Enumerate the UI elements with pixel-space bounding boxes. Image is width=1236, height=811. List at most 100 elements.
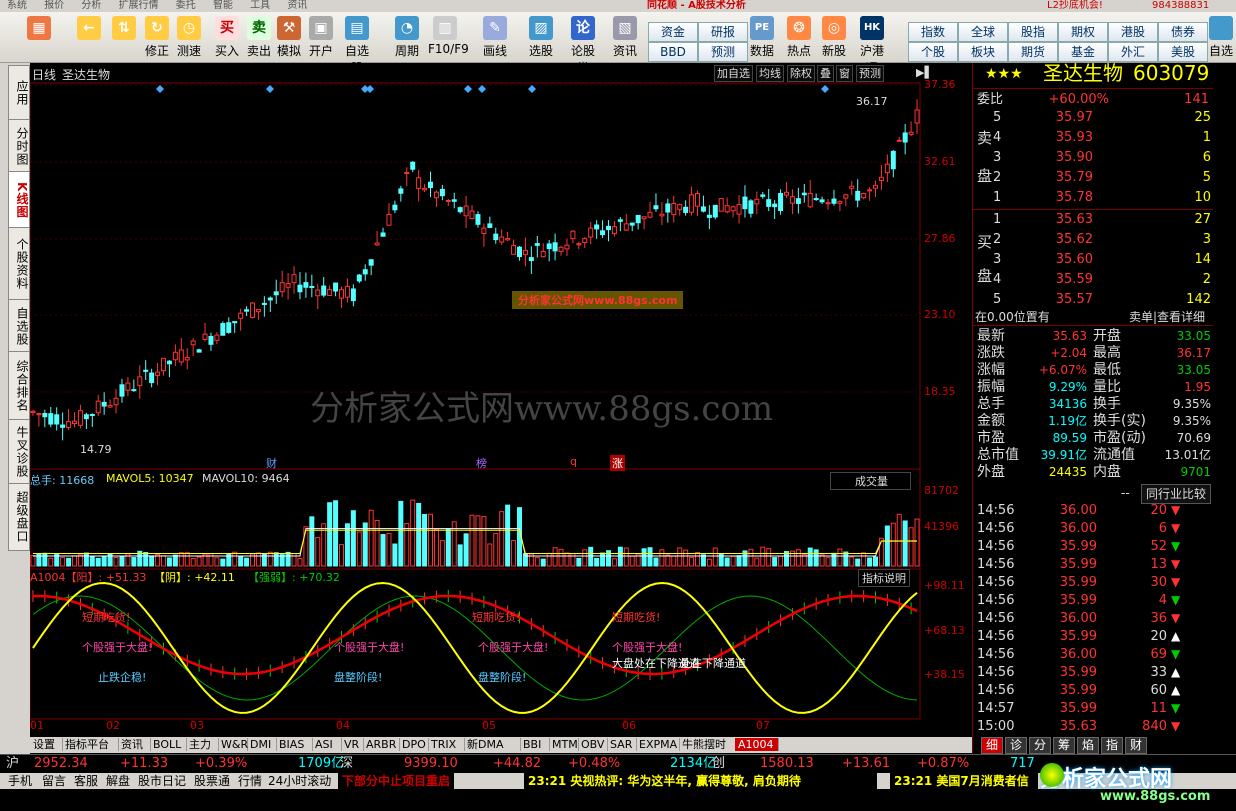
quick-button[interactable]: 外汇	[1108, 42, 1158, 62]
indicator-tab[interactable]: 指标平台	[62, 738, 119, 751]
status-item[interactable]: 行情	[238, 773, 262, 789]
quick-button[interactable]: 期权	[1058, 22, 1108, 42]
toolbar-modify-button[interactable]: ↻ 修正	[140, 14, 174, 60]
indicator-help-button[interactable]: 指标说明	[858, 569, 910, 587]
quote-side-tab[interactable]: 细	[981, 737, 1003, 754]
menu-smart[interactable]: 智能	[213, 0, 233, 11]
status-item[interactable]: 手机	[8, 773, 32, 789]
quick-button[interactable]: 全球	[958, 22, 1008, 42]
indicator-tab[interactable]: W&R	[218, 738, 248, 751]
toolbar-simulate-button[interactable]: ⚒ 模拟	[272, 14, 306, 60]
event-marker[interactable]: 财	[266, 455, 277, 471]
quote-side-tab[interactable]: 财	[1125, 737, 1147, 754]
news-ticker-3[interactable]: 23:21 美国7月消费者信	[890, 773, 1038, 789]
industry-compare-button[interactable]: 同行业比较	[1141, 484, 1212, 504]
quick-button[interactable]: 预测	[698, 42, 748, 62]
event-marker[interactable]: q	[570, 455, 577, 468]
quick-button[interactable]: 基金	[1058, 42, 1108, 62]
quick-button[interactable]: 研报	[698, 22, 748, 42]
left-tab-4[interactable]: 自选股	[8, 299, 30, 353]
left-tab-3[interactable]: 个股资料	[8, 227, 30, 301]
indicator-tab[interactable]: 资讯	[118, 738, 151, 751]
quick-button[interactable]: 指数	[908, 22, 958, 42]
indicator-tab[interactable]: TRIX	[428, 738, 465, 751]
left-tab-2[interactable]: K线图	[8, 171, 30, 229]
toolbar-period-button[interactable]: ◔ 周期	[390, 14, 424, 60]
indicator-tab[interactable]: BBI	[520, 738, 550, 751]
toolbar-forum-button[interactable]: 论论股堂	[566, 14, 600, 75]
promo-link[interactable]: L2抄底机会!	[1047, 0, 1103, 11]
menu-analysis[interactable]: 分析	[81, 0, 101, 11]
quote-side-tab[interactable]: 分	[1029, 737, 1051, 754]
indicator-tab[interactable]: 主力	[186, 738, 219, 751]
toolbar-draw-button[interactable]: ✎ 画线	[478, 14, 512, 60]
left-tab-0[interactable]: 应用	[8, 65, 30, 121]
toolbar-stockpick-button[interactable]: ▨ 选股	[524, 14, 558, 60]
status-item[interactable]: 24小时滚动	[268, 773, 331, 789]
indicator-tab[interactable]: EXPMA	[636, 738, 680, 751]
quick-button[interactable]: 债券	[1158, 22, 1208, 42]
status-item[interactable]: 股票通	[194, 773, 230, 789]
indicator-tab[interactable]: BIAS	[276, 738, 313, 751]
toolbar-data-button[interactable]: PE 数据	[745, 14, 779, 60]
status-item[interactable]: 留言	[42, 773, 66, 789]
toolbar-open-button[interactable]: ▣ 开户	[304, 14, 338, 60]
status-item[interactable]: 客服	[74, 773, 98, 789]
indicator-tab[interactable]: OBV	[578, 738, 608, 751]
toolbar-newstock-button[interactable]: ◎ 新股	[817, 14, 851, 60]
toolbar-hot-button[interactable]: ❂ 热点	[782, 14, 816, 60]
indicator-tab[interactable]: DMI	[247, 738, 277, 751]
toolbar-hkconnect-button[interactable]: HK沪港通	[855, 14, 889, 75]
event-marker[interactable]: 涨	[610, 455, 625, 471]
event-marker[interactable]: 榜	[476, 455, 487, 471]
left-tab-6[interactable]: 牛叉诊股	[8, 419, 30, 485]
kline-chart-area[interactable]: 日线 圣达生物 加自选 均线 除权叠窗预测 ▶▌ 37.36 32.61 27.86 23…	[30, 63, 972, 735]
indicator-tab[interactable]: A1004	[735, 738, 779, 751]
indicator-tab[interactable]: SAR	[607, 738, 637, 751]
toolbar-f10-button[interactable]: ▥ F10/F9	[428, 14, 469, 60]
quick-button[interactable]: 资金	[648, 22, 698, 42]
menu-ext[interactable]: 扩展行情	[119, 0, 159, 11]
volume-indicator-select[interactable]: 成交量	[830, 472, 911, 490]
left-tab-5[interactable]: 综合排名	[8, 351, 30, 421]
toolbar-back-button[interactable]: ←	[72, 14, 106, 60]
quick-button[interactable]: BBD	[648, 42, 698, 62]
news-ticker-2[interactable]: 23:21 央视热评: 华为这半年, 赢得尊敬, 肩负期待	[524, 773, 877, 789]
toolbar-layout-button[interactable]: ▦	[22, 14, 56, 60]
toolbar-watchlist-button[interactable]: ▤自选股	[340, 14, 374, 75]
quick-button[interactable]: 港股	[1108, 22, 1158, 42]
toolbar-test-button[interactable]: ◷ 测速	[172, 14, 206, 60]
view-detail-link[interactable]: 卖单|查看详细	[1129, 308, 1205, 326]
indicator-tab[interactable]: ARBR	[363, 738, 400, 751]
indicator-tab[interactable]: BOLL	[150, 738, 187, 751]
menu-quote[interactable]: 报价	[44, 0, 64, 11]
quick-button[interactable]: 美股	[1158, 42, 1208, 62]
menu-tools[interactable]: 工具	[250, 0, 270, 11]
indicator-tab[interactable]: 设置	[30, 738, 63, 751]
quote-side-tab[interactable]: 指	[1101, 737, 1123, 754]
news-ticker-1[interactable]: 下部分中止项目重启	[338, 773, 455, 789]
quick-button[interactable]: 个股	[908, 42, 958, 62]
indicator-tab[interactable]: 牛熊摆时	[679, 738, 736, 751]
indicator-tab[interactable]: DPO	[399, 738, 429, 751]
quote-side-tab[interactable]: 诊	[1005, 737, 1027, 754]
menu-trade[interactable]: 委托	[176, 0, 196, 11]
toolbar-news-button[interactable]: ▧ 资讯	[608, 14, 642, 60]
toolbar-buy-button[interactable]: 买买入	[210, 14, 244, 60]
indicator-tab[interactable]: VR	[341, 738, 364, 751]
quick-button[interactable]: 股指	[1008, 22, 1058, 42]
indicator-tab[interactable]: ASI	[312, 738, 342, 751]
toolbar-up-down-button[interactable]: ⇅	[107, 14, 141, 60]
left-tab-1[interactable]: 分时图	[8, 119, 30, 173]
quote-side-tab[interactable]: 焰	[1077, 737, 1099, 754]
quick-button[interactable]: 板块	[958, 42, 1008, 62]
status-item[interactable]: 解盘	[106, 773, 130, 789]
menu-system[interactable]: 系统	[7, 0, 27, 11]
indicator-tab[interactable]: MTM	[549, 738, 579, 751]
status-item[interactable]: 股市日记	[138, 773, 186, 789]
quick-button[interactable]: 期货	[1008, 42, 1058, 62]
indicator-tab[interactable]: 新DMA	[464, 738, 521, 751]
toolbar-watchlist-right-button[interactable]: 自选	[1206, 14, 1236, 60]
left-tab-7[interactable]: 超级盘口	[8, 483, 30, 551]
quote-side-tab[interactable]: 筹	[1053, 737, 1075, 754]
